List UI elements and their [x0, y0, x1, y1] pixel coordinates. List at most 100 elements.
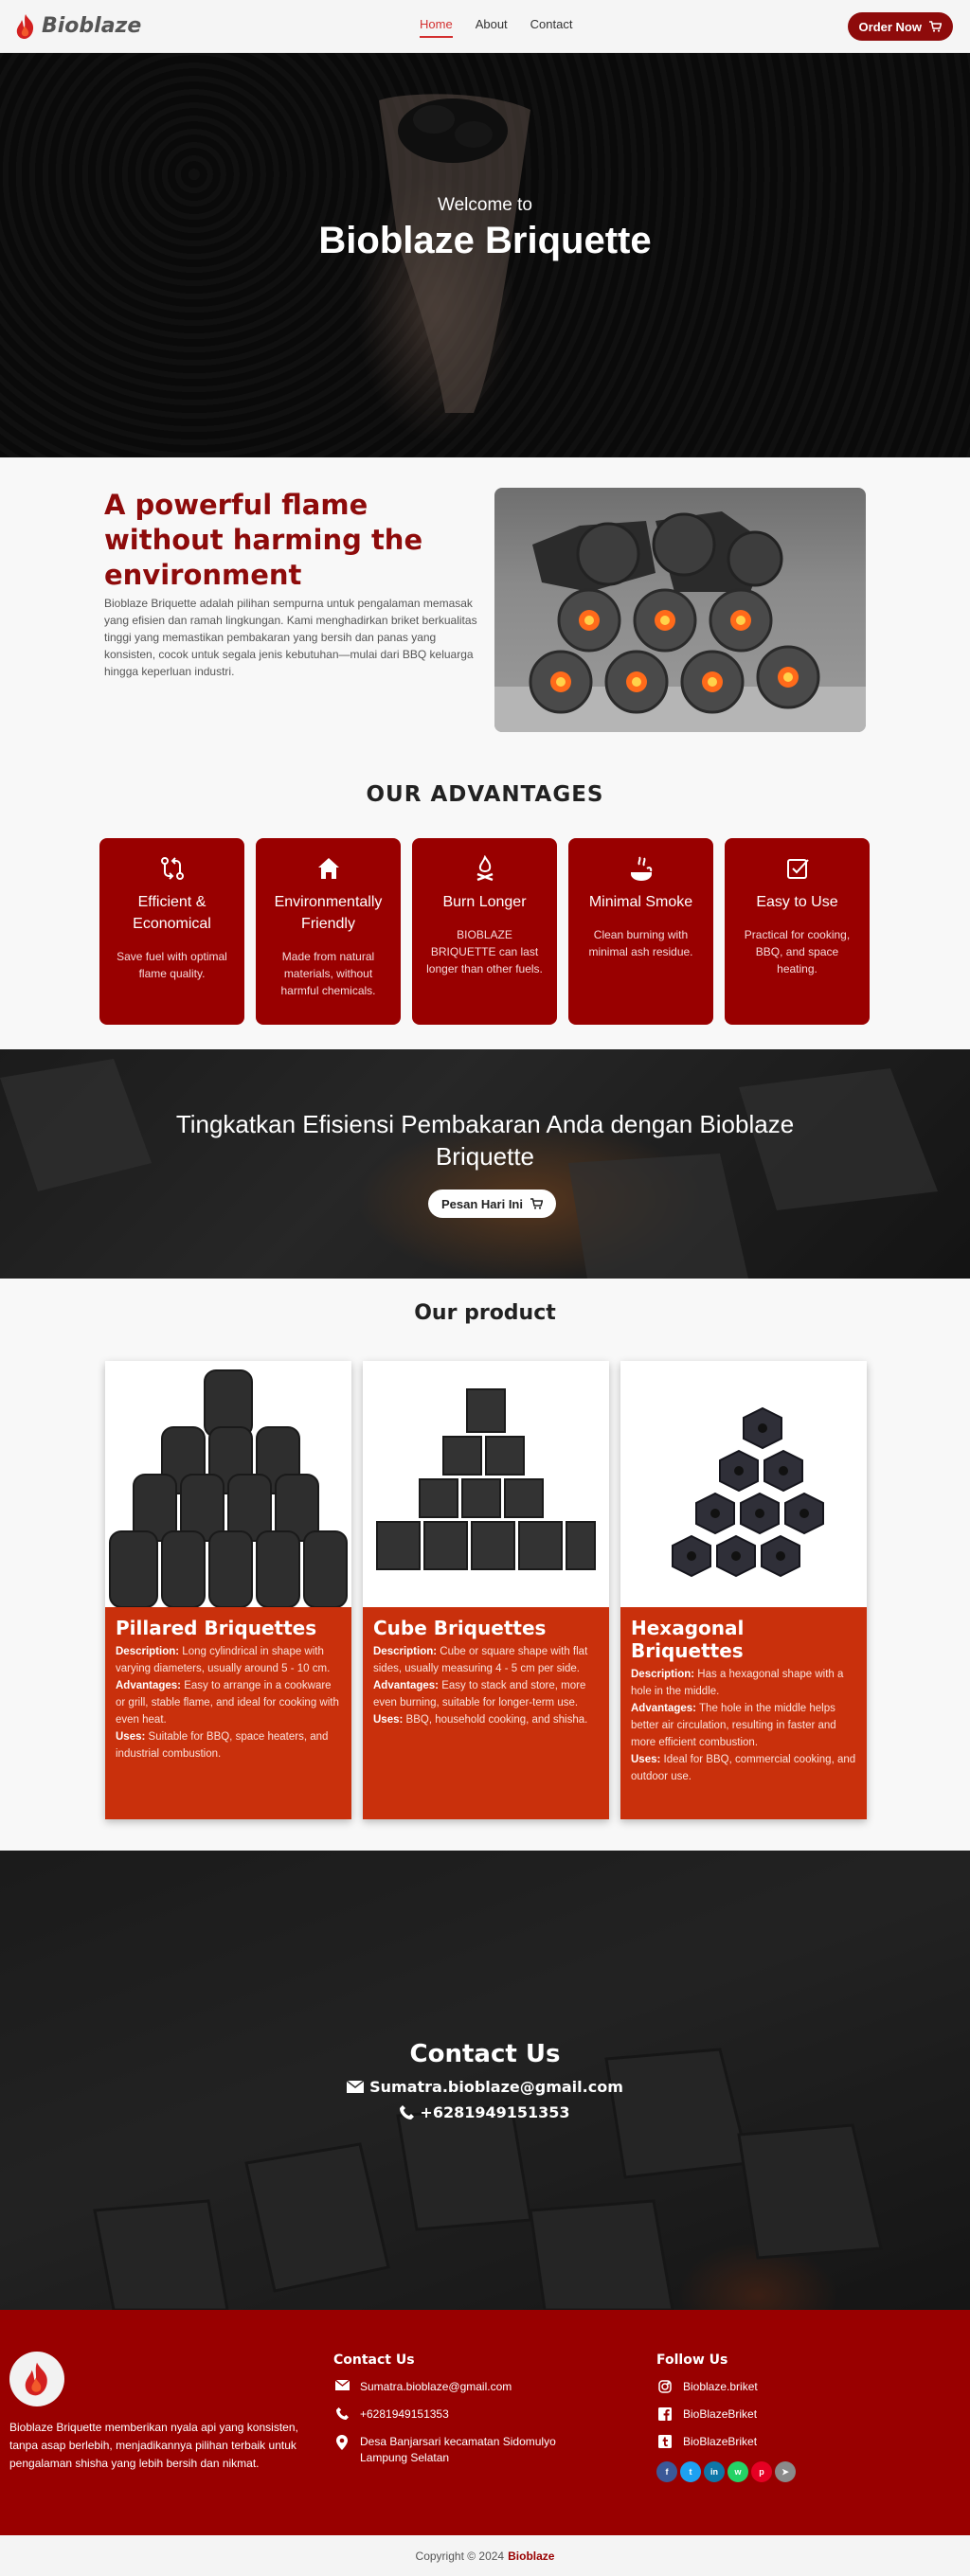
- linkedin-icon[interactable]: in: [704, 2461, 725, 2482]
- envelope-icon: [347, 2081, 365, 2093]
- follow-facebook[interactable]: BioBlazeBriket: [656, 2406, 893, 2423]
- products-row: Pillared Briquettes Description: Long cy…: [105, 1361, 867, 1819]
- advantage-card: Minimal Smoke Clean burning with minimal…: [568, 838, 713, 1025]
- product-advantages: Advantages: The hole in the middle helps…: [631, 1703, 836, 1748]
- footer-follow: Follow Us Bioblaze.briket BioBlazeBriket…: [656, 2352, 893, 2482]
- follow-instagram[interactable]: Bioblaze.briket: [656, 2379, 893, 2395]
- telegram-icon[interactable]: ➤: [775, 2461, 796, 2482]
- campfire-icon: [476, 855, 493, 882]
- footer-phone[interactable]: +6281949151353: [333, 2406, 570, 2423]
- cta-heading: Tingkatkan Efisiensi Pembakaran Anda den…: [175, 1110, 795, 1171]
- phone-icon: [335, 2407, 349, 2420]
- home-icon: [317, 858, 339, 879]
- advantage-title: Burn Longer: [442, 894, 527, 910]
- nav-about[interactable]: About: [476, 17, 508, 38]
- product-description: Description: Long cylindrical in shape w…: [116, 1646, 331, 1674]
- footer-email[interactable]: Sumatra.bioblaze@gmail.com: [333, 2379, 570, 2395]
- contact-text: Contact Us Sumatra.bioblaze@gmail.com +6…: [0, 2040, 970, 2129]
- contact-email-text: Sumatra.bioblaze@gmail.com: [369, 2078, 623, 2096]
- order-today-button[interactable]: Pesan Hari Ini: [428, 1190, 556, 1218]
- site-footer: Bioblaze Briquette memberikan nyala api …: [0, 2310, 970, 2535]
- advantages-row: Efficient & Economical Save fuel with op…: [99, 838, 871, 1025]
- hero-section: Welcome to Bioblaze Briquette: [0, 53, 970, 457]
- product-advantages: Advantages: Easy to arrange in a cookwar…: [116, 1680, 339, 1726]
- pillared-briquettes-image: [105, 1361, 351, 1607]
- product-description: Description: Has a hexagonal shape with …: [631, 1669, 844, 1697]
- product-uses: Uses: BBQ, household cooking, and shisha…: [373, 1714, 588, 1726]
- envelope-icon: [334, 2380, 350, 2390]
- copyright-brand[interactable]: Bioblaze: [508, 2549, 554, 2563]
- footer-description: Bioblaze Briquette memberikan nyala api …: [9, 2421, 298, 2470]
- order-now-button[interactable]: Order Now: [847, 12, 953, 41]
- nav-home[interactable]: Home: [420, 17, 453, 38]
- advantage-card: Burn Longer BIOBLAZE BRIQUETTE can last …: [412, 838, 557, 1025]
- social-icons-row: f t in w p ➤: [656, 2461, 893, 2482]
- advantage-text: Save fuel with optimal flame quality.: [117, 950, 227, 980]
- smoke-icon: [630, 856, 652, 881]
- checkbox-icon: [786, 859, 809, 879]
- tumblr-icon: [658, 2435, 672, 2448]
- burning-briquettes-image: [494, 488, 866, 732]
- flame-logo-icon: [25, 2362, 47, 2396]
- advantage-title: Minimal Smoke: [588, 894, 693, 910]
- contact-email[interactable]: Sumatra.bioblaze@gmail.com: [0, 2078, 970, 2096]
- order-now-label: Order Now: [858, 19, 922, 34]
- contact-title: Contact Us: [409, 2040, 561, 2068]
- site-header: Bioblaze Home About Contact Order Now: [0, 0, 970, 53]
- advantage-title: Environmentally Friendly: [274, 894, 383, 932]
- advantage-text: Practical for cooking, BBQ, and space he…: [744, 928, 851, 975]
- copyright-bar: Copyright © 2024 Bioblaze: [0, 2535, 970, 2576]
- follow-tumblr[interactable]: BioBlazeBriket: [656, 2434, 893, 2450]
- footer-address: Desa Banjarsari kecamatan Sidomulyo Lamp…: [333, 2434, 570, 2466]
- contact-phone-text: +6281949151353: [420, 2103, 570, 2121]
- advantage-title: Efficient & Economical: [133, 894, 211, 932]
- cube-briquettes-image: [363, 1361, 609, 1607]
- contact-phone[interactable]: +6281949151353: [0, 2103, 970, 2121]
- product-uses: Uses: Ideal for BBQ, commercial cooking,…: [631, 1754, 856, 1782]
- twitter-icon[interactable]: t: [680, 2461, 701, 2482]
- intro-title: A powerful flame without harming the env…: [104, 489, 423, 591]
- pinterest-icon[interactable]: p: [751, 2461, 772, 2482]
- product-card: Cube Briquettes Description: Cube or squ…: [363, 1361, 609, 1819]
- footer-contact-title: Contact Us: [333, 2352, 415, 2368]
- footer-contact: Contact Us Sumatra.bioblaze@gmail.com +6…: [333, 2352, 570, 2478]
- advantage-text: BIOBLAZE BRIQUETTE can last longer than …: [426, 928, 543, 975]
- brand-logo[interactable]: Bioblaze: [13, 12, 141, 41]
- product-card: Pillared Briquettes Description: Long cy…: [105, 1361, 351, 1819]
- product-name: Cube Briquettes: [373, 1617, 547, 1639]
- advantage-text: Made from natural materials, without har…: [280, 950, 376, 997]
- advantage-text: Clean burning with minimal ash residue.: [588, 928, 693, 958]
- hero-text: Welcome to Bioblaze Briquette: [0, 195, 970, 262]
- whatsapp-icon[interactable]: w: [728, 2461, 748, 2482]
- intro-section: A powerful flame without harming the env…: [0, 457, 970, 760]
- product-name: Pillared Briquettes: [116, 1617, 317, 1639]
- transfer-icon: [160, 857, 184, 880]
- copyright-text: Copyright © 2024: [415, 2549, 505, 2563]
- contact-section: Contact Us Sumatra.bioblaze@gmail.com +6…: [0, 1851, 970, 2310]
- map-pin-icon: [336, 2435, 348, 2450]
- hero-welcome: Welcome to: [438, 195, 532, 215]
- footer-logo: [9, 2352, 64, 2406]
- facebook-icon[interactable]: f: [656, 2461, 677, 2482]
- brand-name: Bioblaze: [42, 14, 142, 38]
- advantage-title: Easy to Use: [756, 894, 838, 910]
- product-uses: Uses: Suitable for BBQ, space heaters, a…: [116, 1731, 329, 1760]
- product-description: Description: Cube or square shape with f…: [373, 1646, 588, 1674]
- hexagonal-briquettes-image: [620, 1361, 867, 1607]
- flame-logo-icon: [16, 13, 34, 39]
- advantage-card: Environmentally Friendly Made from natur…: [256, 838, 401, 1025]
- cta-section: Tingkatkan Efisiensi Pembakaran Anda den…: [0, 1049, 970, 1279]
- advantages-title: OUR ADVANTAGES: [366, 782, 604, 807]
- phone-icon: [400, 2105, 415, 2120]
- intro-description: Bioblaze Briquette adalah pilihan sempur…: [104, 597, 477, 678]
- products-title: Our product: [414, 1301, 556, 1325]
- cart-icon: [530, 1198, 543, 1209]
- advantage-card: Efficient & Economical Save fuel with op…: [99, 838, 244, 1025]
- product-advantages: Advantages: Easy to stack and store, mor…: [373, 1680, 586, 1708]
- advantage-card: Easy to Use Practical for cooking, BBQ, …: [725, 838, 870, 1025]
- product-card: Hexagonal Briquettes Description: Has a …: [620, 1361, 867, 1819]
- nav-contact[interactable]: Contact: [530, 17, 573, 38]
- hero-title: Bioblaze Briquette: [318, 220, 652, 261]
- cart-icon: [929, 21, 942, 32]
- product-name: Hexagonal Briquettes: [631, 1617, 745, 1662]
